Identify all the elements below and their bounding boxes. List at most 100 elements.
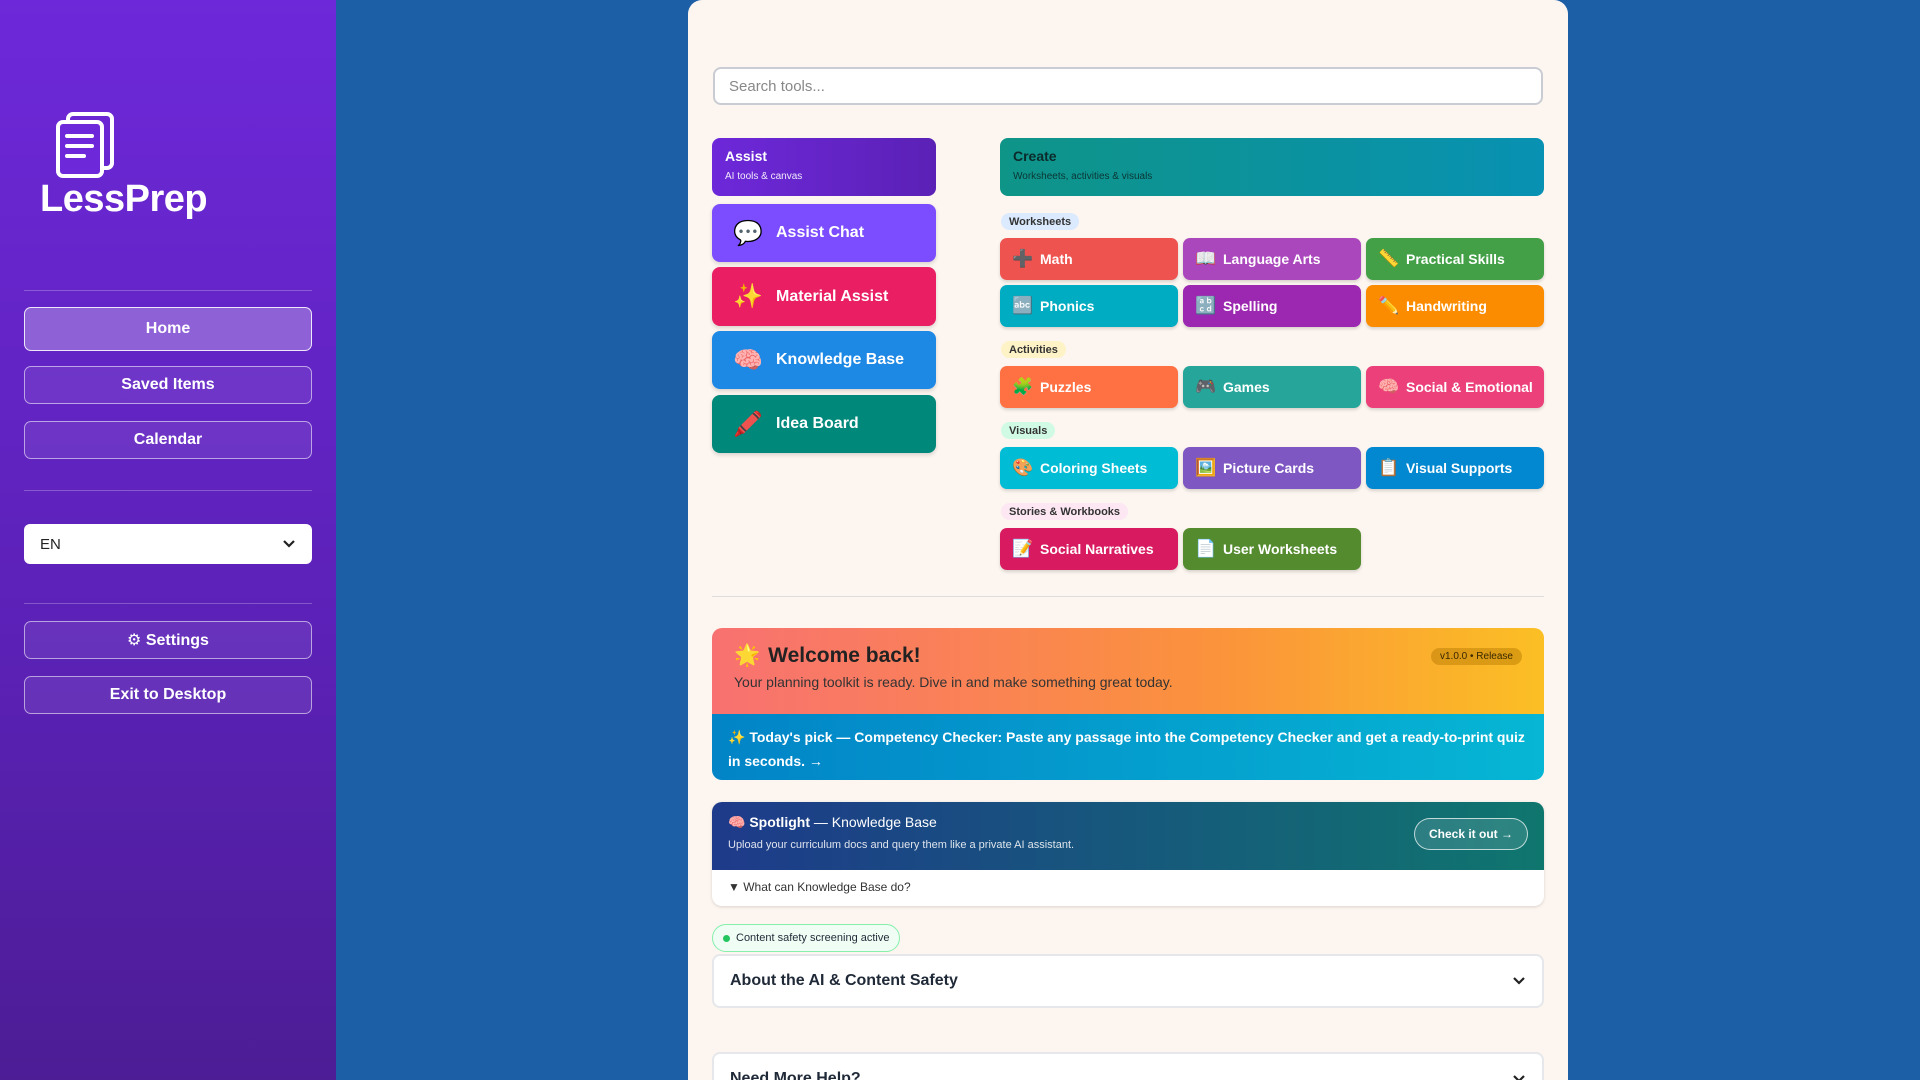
game-controller-icon: 🎮	[1195, 377, 1217, 396]
tool-phonics[interactable]: 🔤 Phonics	[1000, 285, 1178, 327]
spotlight-banner: 🧠 Spotlight — Knowledge Base Upload your…	[712, 802, 1544, 870]
welcome-banner: 🌟 Welcome back! Your planning toolkit is…	[712, 628, 1544, 714]
create-header: Create Worksheets, activities & visuals	[1000, 138, 1544, 196]
spotlight-subtitle: Upload your curriculum docs and query th…	[728, 839, 1075, 851]
notebook-icon: 📝	[1012, 539, 1034, 558]
create-subtitle: Worksheets, activities & visuals	[1013, 171, 1153, 182]
idea-board-label: Idea Board	[776, 415, 859, 432]
nav-saved-items-button[interactable]: Saved Items	[24, 366, 312, 404]
tool-social-emotional[interactable]: 🧠 Social & Emotional	[1366, 366, 1544, 408]
welcome-subtitle: Your planning toolkit is ready. Dive in …	[734, 674, 1173, 690]
tool-handwriting[interactable]: ✏️ Handwriting	[1366, 285, 1544, 327]
tool-language-arts[interactable]: 📖 Language Arts	[1183, 238, 1361, 280]
language-select[interactable]: EN	[24, 524, 312, 564]
tool-picture-cards[interactable]: 🖼️ Picture Cards	[1183, 447, 1361, 489]
nav-home-button[interactable]: Home	[24, 307, 312, 351]
create-title: Create	[1013, 148, 1057, 164]
tool-label: Handwriting	[1406, 298, 1487, 314]
picture-icon: 🖼️	[1195, 458, 1217, 477]
help-accordion[interactable]: Need More Help?	[712, 1052, 1544, 1080]
plus-icon: ➕	[1012, 249, 1034, 268]
tool-social-narratives[interactable]: 📝 Social Narratives	[1000, 528, 1178, 570]
speech-bubble-icon: 💬	[733, 219, 763, 247]
settings-button[interactable]: ⚙ Settings	[24, 621, 312, 659]
todays-pick-link[interactable]: ✨ Today's pick — Competency Checker: Pas…	[712, 714, 1544, 780]
ai-safety-accordion[interactable]: About the AI & Content Safety	[712, 954, 1544, 1008]
assist-subtitle: AI tools & canvas	[725, 171, 803, 182]
tool-spelling[interactable]: 🔡 Spelling	[1183, 285, 1361, 327]
assist-chat-button[interactable]: 💬 Assist Chat	[712, 204, 936, 262]
tool-visual-supports[interactable]: 📋 Visual Supports	[1366, 447, 1544, 489]
ruler-icon: 📏	[1378, 249, 1400, 268]
stories-section-tag: Stories & Workbooks	[1001, 503, 1129, 520]
nav-calendar-button[interactable]: Calendar	[24, 421, 312, 459]
book-icon: 📖	[1195, 249, 1217, 268]
knowledge-base-label: Knowledge Base	[776, 351, 905, 368]
tool-label: Social & Emotional	[1406, 379, 1533, 395]
welcome-card: 🌟 Welcome back! Your planning toolkit is…	[712, 628, 1544, 780]
idea-board-button[interactable]: 🖍️ Idea Board	[712, 395, 936, 453]
chevron-down-icon	[1513, 1075, 1525, 1080]
spotlight-card: 🧠 Spotlight — Knowledge Base Upload your…	[712, 802, 1544, 906]
check-it-out-button[interactable]: Check it out →	[1413, 818, 1528, 850]
tool-label: Phonics	[1040, 298, 1095, 314]
brain-icon: 🧠	[1378, 377, 1400, 396]
section-divider	[712, 596, 1544, 597]
visuals-section-tag: Visuals	[1001, 422, 1056, 439]
tool-label: Social Narratives	[1040, 541, 1154, 557]
assist-chat-label: Assist Chat	[776, 224, 865, 241]
chevron-down-icon	[1513, 977, 1525, 985]
version-badge: v1.0.0 • Release	[1431, 648, 1522, 665]
document-icon: 📄	[1195, 539, 1217, 558]
welcome-title-text: Welcome back!	[768, 644, 921, 667]
sidebar: LessPrep Home Saved Items Calendar EN ⚙ …	[0, 0, 336, 1080]
activities-section-tag: Activities	[1001, 341, 1066, 358]
tool-games[interactable]: 🎮 Games	[1183, 366, 1361, 408]
spotlight-label: Spotlight	[749, 814, 810, 830]
tool-label: Coloring Sheets	[1040, 460, 1148, 476]
tool-practical-skills[interactable]: 📏 Practical Skills	[1366, 238, 1544, 280]
sparkles-icon: ✨	[733, 283, 763, 310]
language-value: EN	[40, 535, 61, 553]
accordion-title: About the AI & Content Safety	[730, 972, 958, 989]
puzzle-piece-icon: 🧩	[1012, 377, 1034, 396]
search-input[interactable]	[713, 67, 1543, 105]
knowledge-base-button[interactable]: 🧠 Knowledge Base	[712, 331, 936, 389]
documents-logo-icon	[56, 112, 114, 178]
brain-icon: 🧠	[733, 346, 763, 374]
tool-label: Math	[1040, 251, 1073, 267]
palette-icon: 🎨	[1012, 458, 1034, 477]
chevron-down-icon	[283, 540, 295, 548]
crayon-icon: 🖍️	[733, 410, 763, 438]
spotlight-title: 🧠 Spotlight — Knowledge Base	[728, 814, 1528, 831]
abc-icon: 🔤	[1012, 296, 1034, 315]
tool-coloring-sheets[interactable]: 🎨 Coloring Sheets	[1000, 447, 1178, 489]
app-logo[interactable]: LessPrep	[40, 110, 208, 230]
star-icon: 🌟	[734, 644, 761, 667]
tool-label: User Worksheets	[1223, 541, 1338, 557]
letters-icon: 🔡	[1195, 296, 1217, 315]
tool-label: Puzzles	[1040, 379, 1092, 395]
safety-badge-text: Content safety screening active	[736, 932, 890, 944]
tool-label: Games	[1223, 379, 1270, 395]
sidebar-divider	[24, 490, 312, 491]
accordion-title: Need More Help?	[730, 1070, 861, 1080]
material-assist-button[interactable]: ✨ Material Assist	[712, 267, 936, 326]
material-assist-label: Material Assist	[776, 287, 889, 305]
spotlight-details-toggle[interactable]: ▼ What can Knowledge Base do?	[712, 870, 1544, 904]
main-panel: Assist AI tools & canvas 💬 Assist Chat ✨…	[688, 0, 1568, 1080]
welcome-title: 🌟 Welcome back!	[734, 644, 1522, 668]
tool-puzzles[interactable]: 🧩 Puzzles	[1000, 366, 1178, 408]
assist-header: Assist AI tools & canvas	[712, 138, 936, 196]
tool-label: Spelling	[1223, 298, 1278, 314]
safety-status-badge: Content safety screening active	[712, 924, 901, 952]
tool-label: Language Arts	[1223, 251, 1321, 267]
spotlight-tool-name: — Knowledge Base	[809, 814, 937, 830]
app-name: LessPrep	[40, 178, 208, 220]
sidebar-divider	[24, 290, 312, 291]
tool-math[interactable]: ➕ Math	[1000, 238, 1178, 280]
brain-icon: 🧠	[728, 814, 746, 830]
exit-to-desktop-button[interactable]: Exit to Desktop	[24, 676, 312, 714]
sidebar-divider	[24, 603, 312, 604]
tool-user-worksheets[interactable]: 📄 User Worksheets	[1183, 528, 1361, 570]
